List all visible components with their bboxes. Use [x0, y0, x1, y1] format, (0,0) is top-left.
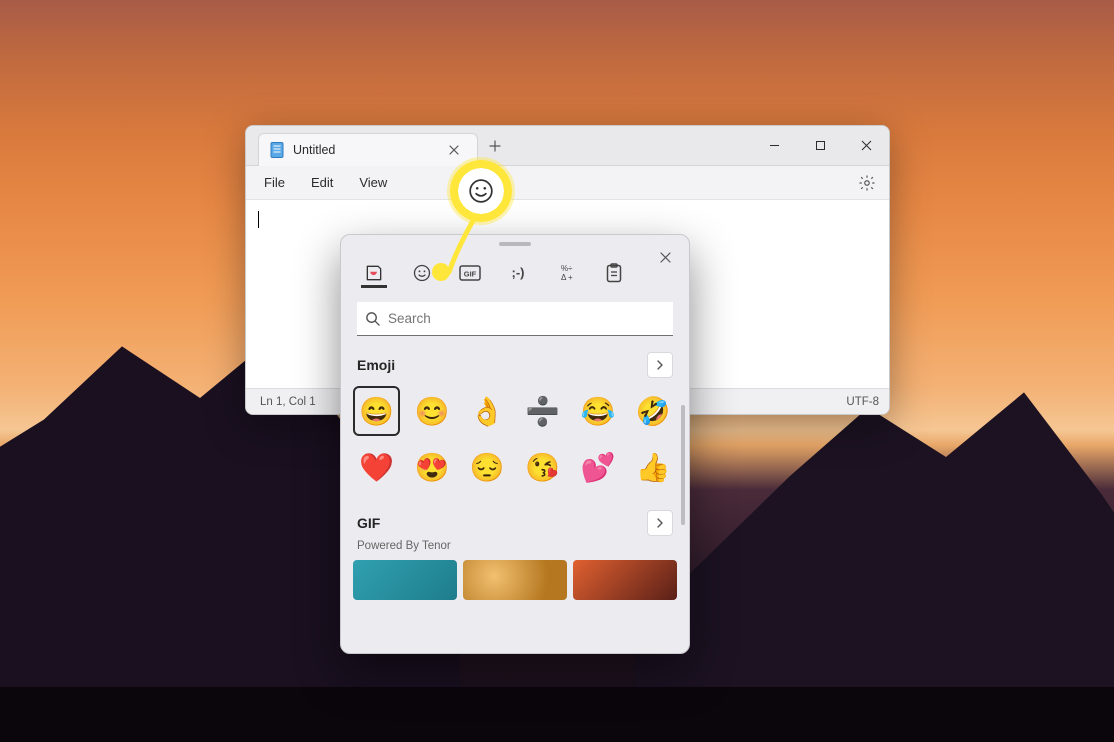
wallpaper-mountain-right	[634, 362, 1114, 742]
symbols-icon: %÷Δ+	[556, 263, 576, 283]
callout-anchor-dot	[432, 263, 450, 281]
gif-icon: GIF	[459, 265, 481, 281]
status-encoding: UTF-8	[846, 396, 879, 408]
tab-title: Untitled	[293, 143, 335, 157]
gif-section-header: GIF	[341, 500, 689, 540]
emoji-item[interactable]: ➗	[519, 386, 566, 436]
menu-edit[interactable]: Edit	[301, 171, 343, 194]
svg-text:Δ: Δ	[561, 273, 567, 282]
gif-section-title: GIF	[357, 515, 380, 531]
svg-text:GIF: GIF	[464, 269, 477, 278]
emoji-section-header: Emoji	[341, 342, 689, 382]
tab-recent[interactable]	[361, 260, 387, 288]
gif-expand-button[interactable]	[647, 510, 673, 536]
tab-kaomoji[interactable]: ;-)	[505, 260, 531, 288]
emoji-item[interactable]: 👍	[630, 442, 677, 492]
emoji-search[interactable]	[357, 302, 673, 336]
svg-text:+: +	[568, 273, 573, 282]
gif-thumbnails	[341, 560, 689, 614]
chevron-right-icon	[655, 360, 665, 370]
panel-scrollbar[interactable]	[681, 405, 685, 525]
maximize-button[interactable]	[797, 126, 843, 165]
smiley-icon	[468, 178, 494, 204]
titlebar[interactable]: Untitled	[246, 126, 889, 166]
desktop-wallpaper: Untitled File Edi	[0, 0, 1114, 742]
wallpaper-treeline	[0, 687, 1114, 742]
settings-button[interactable]	[853, 169, 881, 197]
kaomoji-icon: ;-)	[512, 265, 525, 280]
tab-emoji[interactable]	[409, 260, 435, 288]
emoji-item[interactable]: ❤️	[353, 442, 400, 492]
gif-powered-by: Powered By Tenor	[341, 540, 689, 560]
emoji-item[interactable]: 🤣	[630, 386, 677, 436]
emoji-face-icon	[412, 263, 432, 283]
panel-category-tabs: GIF ;-) %÷Δ+	[341, 246, 689, 292]
highlight-callout	[450, 160, 512, 222]
search-icon	[365, 311, 380, 326]
tab-clipboard[interactable]	[601, 260, 627, 288]
emoji-grid: 😄 😊 👌 ➗ 😂 🤣 ❤️ 😍 😔 😘 💕 👍	[341, 382, 689, 500]
emoji-search-input[interactable]	[388, 311, 665, 326]
recent-sticker-icon	[364, 263, 384, 283]
tab-symbols[interactable]: %÷Δ+	[553, 260, 579, 288]
gif-thumb[interactable]	[353, 560, 457, 600]
emoji-expand-button[interactable]	[647, 352, 673, 378]
window-controls	[751, 126, 889, 165]
minimize-button[interactable]	[751, 126, 797, 165]
chevron-right-icon	[655, 518, 665, 528]
emoji-panel: GIF ;-) %÷Δ+ Emoji 😄 😊 👌	[340, 234, 690, 654]
text-caret	[258, 211, 259, 228]
menubar: File Edit View	[246, 166, 889, 200]
close-button[interactable]	[843, 126, 889, 165]
emoji-section-title: Emoji	[357, 357, 395, 373]
gif-thumb[interactable]	[573, 560, 677, 600]
notepad-icon	[269, 142, 285, 158]
clipboard-icon	[605, 263, 623, 283]
emoji-item[interactable]: 😘	[519, 442, 566, 492]
emoji-item[interactable]: 😊	[408, 386, 455, 436]
emoji-item[interactable]: 😄	[353, 386, 400, 436]
status-cursor-position: Ln 1, Col 1	[260, 396, 316, 408]
emoji-item[interactable]: 👌	[464, 386, 511, 436]
tab-gif[interactable]: GIF	[457, 260, 483, 288]
document-tab[interactable]: Untitled	[258, 133, 478, 166]
emoji-item[interactable]: 😔	[464, 442, 511, 492]
emoji-item[interactable]: 😂	[574, 386, 621, 436]
gif-thumb[interactable]	[463, 560, 567, 600]
svg-text:÷: ÷	[568, 264, 573, 273]
tab-close-button[interactable]	[443, 139, 465, 161]
emoji-item[interactable]: 😍	[408, 442, 455, 492]
emoji-item[interactable]: 💕	[574, 442, 621, 492]
menu-view[interactable]: View	[349, 171, 397, 194]
panel-close-button[interactable]	[653, 245, 677, 269]
menu-file[interactable]: File	[254, 171, 295, 194]
